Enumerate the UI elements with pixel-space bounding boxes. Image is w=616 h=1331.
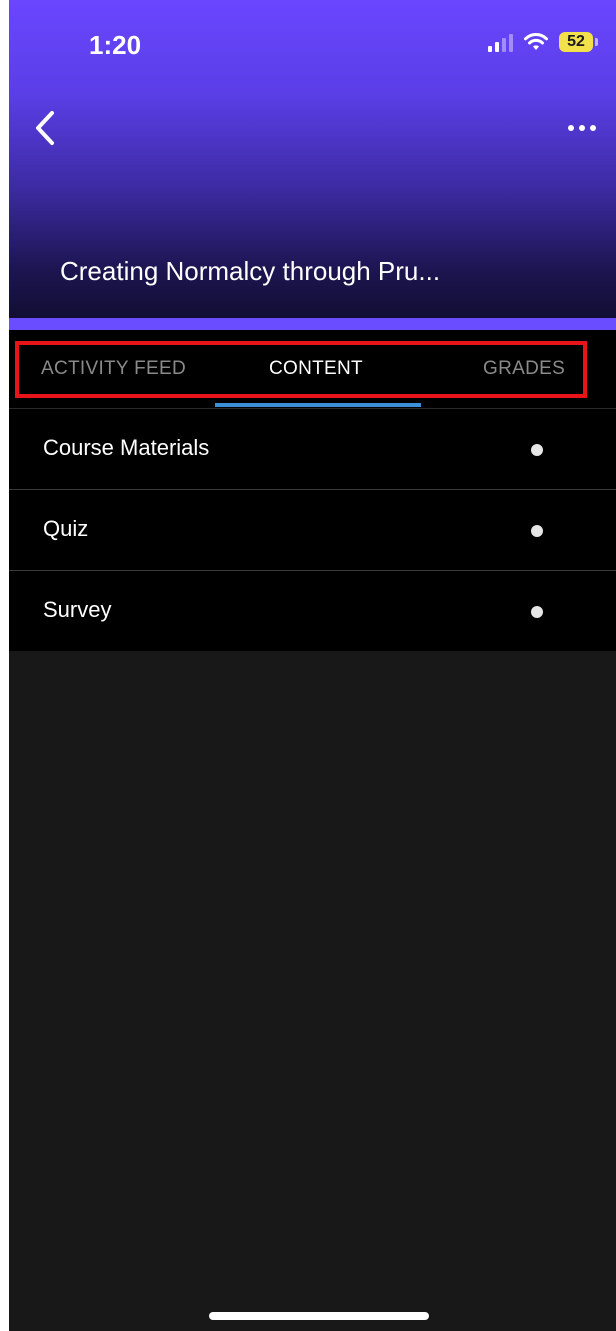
course-header: 1:20 52 Creating Normalcy through Pru...	[9, 0, 616, 318]
list-item-survey[interactable]: Survey	[9, 571, 616, 651]
dot-icon	[531, 444, 543, 456]
accent-bar	[9, 318, 616, 330]
battery-icon: 52	[559, 32, 598, 52]
list-item-label: Quiz	[43, 516, 89, 541]
app-screen: 1:20 52 Creating Normalcy through Pru...…	[9, 0, 616, 1331]
selected-tab-indicator	[215, 403, 421, 407]
list-item-course-materials[interactable]: Course Materials	[9, 409, 616, 490]
tab-activity-feed[interactable]: ACTIVITY FEED	[41, 358, 186, 380]
dot-icon	[531, 606, 543, 618]
more-options-button[interactable]	[560, 110, 604, 146]
content-list: Course Materials Quiz Survey	[9, 409, 616, 651]
status-time: 1:20	[89, 30, 142, 60]
course-title: Creating Normalcy through Pru...	[60, 256, 441, 286]
back-button[interactable]	[25, 108, 65, 148]
list-item-quiz[interactable]: Quiz	[9, 490, 616, 571]
screenshot-border	[0, 0, 9, 1331]
list-item-label: Survey	[43, 597, 112, 622]
home-indicator[interactable]	[209, 1312, 429, 1320]
battery-level: 52	[559, 32, 593, 52]
tab-grades[interactable]: GRADES	[483, 358, 565, 380]
tab-content[interactable]: CONTENT	[269, 358, 363, 380]
wifi-icon	[524, 33, 548, 50]
dot-icon	[531, 525, 543, 537]
signal-icon	[488, 32, 513, 52]
list-item-label: Course Materials	[43, 435, 210, 460]
tab-bar: ACTIVITY FEED CONTENT GRADES	[9, 330, 616, 409]
chevron-left-icon	[36, 111, 54, 145]
status-icons: 52	[488, 32, 598, 52]
ellipsis-icon	[568, 125, 574, 131]
